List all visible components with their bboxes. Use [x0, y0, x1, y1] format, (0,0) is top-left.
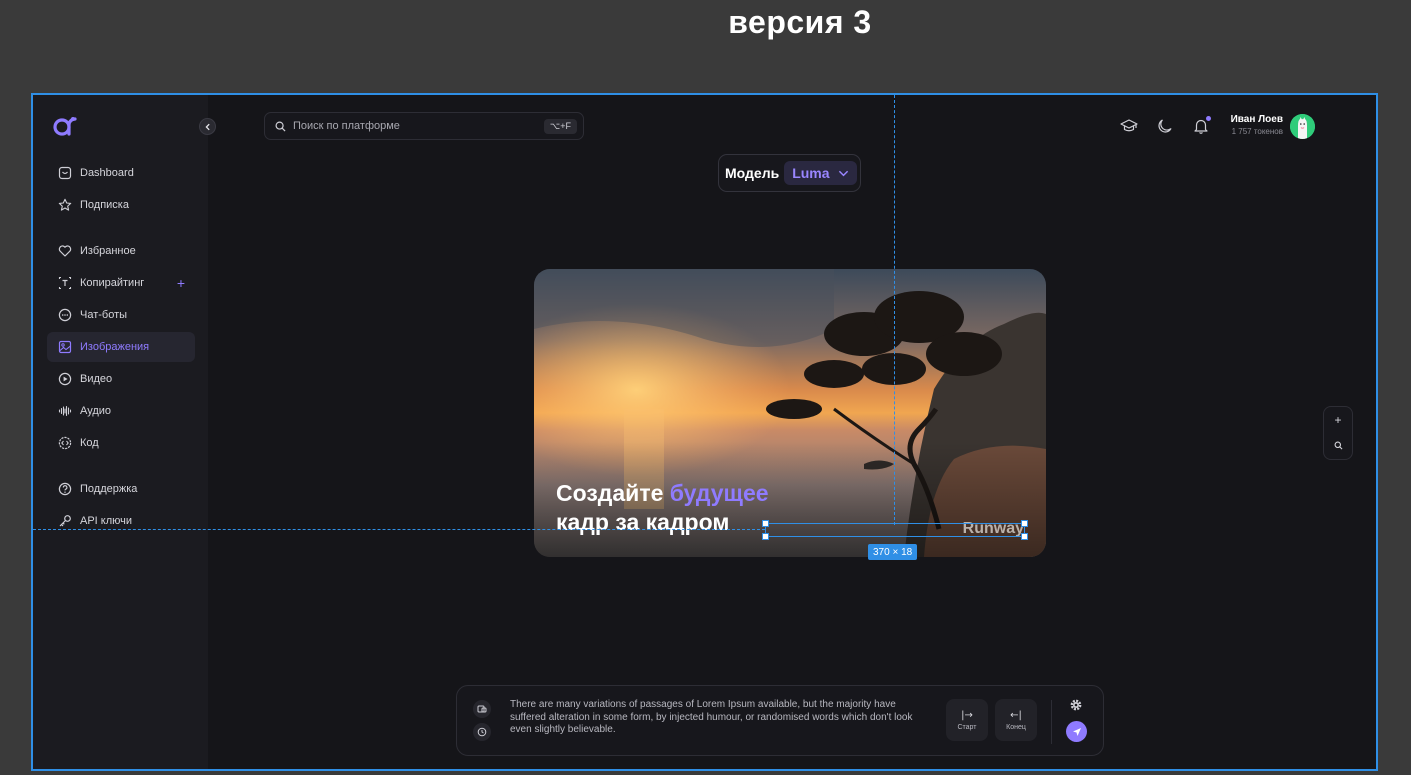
collapse-sidebar-button[interactable] — [199, 118, 216, 135]
start-frame-icon: |→ — [961, 709, 973, 721]
dashboard-icon — [57, 166, 72, 181]
end-frame-label: Конец — [1006, 723, 1026, 731]
moon-icon — [1158, 119, 1172, 133]
heart-icon — [57, 244, 72, 259]
key-icon — [57, 514, 72, 529]
sidebar-item-label: API ключи — [80, 515, 133, 527]
prompt-textarea[interactable]: There are many variations of passages of… — [510, 699, 930, 737]
sidebar-item-label: Избранное — [80, 245, 136, 257]
logo-icon[interactable] — [53, 115, 79, 137]
sidebar-item-label: Dashboard — [80, 167, 134, 179]
prompt-composer: There are many variations of passages of… — [456, 685, 1104, 756]
code-icon — [57, 436, 72, 451]
avatar[interactable] — [1290, 114, 1315, 139]
send-button[interactable] — [1066, 721, 1087, 742]
sidebar-item-label: Изображения — [80, 341, 150, 353]
user-info[interactable]: Иван Лоев 1 757 токенов — [1228, 114, 1283, 136]
sidebar-item-images[interactable]: Изображения — [47, 332, 195, 362]
start-frame-button[interactable]: |→ Старт — [946, 699, 988, 741]
search-input[interactable]: Поиск по платформе ⌥+F — [264, 112, 584, 140]
model-label: Модель — [725, 165, 780, 181]
resize-handle[interactable] — [762, 533, 769, 540]
sidebar-item-chatbots[interactable]: Чат-боты — [47, 300, 195, 330]
sidebar-item-label: Подписка — [80, 199, 129, 211]
graduation-cap-icon — [1120, 119, 1138, 132]
magnifier-icon — [1334, 441, 1342, 450]
attach-image-icon — [477, 705, 487, 713]
text-icon — [57, 276, 72, 291]
zoom-in-button[interactable]: + — [1334, 413, 1341, 427]
chevron-down-icon — [838, 170, 848, 176]
attach-button[interactable] — [473, 700, 491, 718]
user-tokens: 1 757 токенов — [1231, 127, 1283, 136]
hero-title-line2: кадр за кадром — [556, 509, 730, 535]
history-button[interactable] — [473, 723, 491, 741]
chat-icon — [57, 308, 72, 323]
search-icon — [275, 121, 286, 132]
header-actions — [1120, 116, 1211, 135]
resize-handle[interactable] — [762, 520, 769, 527]
version-title: версия 3 — [728, 4, 872, 40]
selection-box[interactable] — [762, 520, 1028, 540]
horizontal-guide-line — [33, 529, 765, 530]
hero-banner: Создайте будущее кадр за кадром Runway — [534, 269, 1046, 557]
resize-handle[interactable] — [1021, 533, 1028, 540]
end-frame-button[interactable]: ←| Конец — [995, 699, 1037, 741]
sidebar-item-label: Чат-боты — [80, 309, 128, 321]
add-copywriting-button[interactable]: + — [177, 275, 185, 291]
waveform-icon — [57, 404, 72, 419]
model-dropdown[interactable]: Luma — [784, 161, 857, 185]
search-shortcut-badge: ⌥+F — [543, 119, 577, 134]
sidebar-item-label: Копирайтинг — [80, 277, 145, 289]
zoom-controls: + — [1323, 406, 1353, 460]
hero-title-accent: будущее — [669, 480, 769, 506]
app-frame: Dashboard Подписка Избранное Копирайтинг — [31, 93, 1378, 771]
resize-handle[interactable] — [1021, 520, 1028, 527]
courses-button[interactable] — [1120, 117, 1138, 135]
image-icon — [57, 340, 72, 355]
sidebar-item-label: Код — [80, 437, 99, 449]
settings-gear-icon[interactable] — [1069, 698, 1083, 712]
notification-dot — [1206, 116, 1211, 121]
sidebar: Dashboard Подписка Избранное Копирайтинг — [33, 95, 208, 769]
sidebar-item-label: Поддержка — [80, 483, 138, 495]
user-name: Иван Лоев — [1230, 114, 1283, 125]
sidebar-nav: Dashboard Подписка Избранное Копирайтинг — [47, 158, 195, 538]
clock-icon — [477, 727, 487, 737]
notifications-button[interactable] — [1192, 116, 1211, 135]
play-icon — [57, 372, 72, 387]
composer-divider — [1051, 700, 1052, 744]
sidebar-item-api-keys[interactable]: API ключи — [47, 506, 195, 536]
sidebar-item-audio[interactable]: Аудио — [47, 396, 195, 426]
model-selector: Модель Luma — [718, 154, 861, 192]
sidebar-item-subscription[interactable]: Подписка — [47, 190, 195, 220]
start-frame-label: Старт — [957, 723, 977, 731]
sidebar-item-dashboard[interactable]: Dashboard — [47, 158, 195, 188]
sidebar-item-code[interactable]: Код — [47, 428, 195, 458]
end-frame-icon: ←| — [1010, 709, 1022, 721]
vertical-guide-line — [894, 95, 895, 525]
llama-avatar-icon — [1290, 114, 1315, 139]
paper-plane-icon — [1072, 727, 1081, 736]
theme-toggle-button[interactable] — [1156, 117, 1174, 135]
sidebar-item-favorites[interactable]: Избранное — [47, 236, 195, 266]
selection-dimensions-badge: 370 × 18 — [868, 544, 918, 560]
model-selected-value: Luma — [792, 165, 830, 181]
chevron-left-icon — [204, 123, 210, 130]
sidebar-item-label: Видео — [80, 373, 113, 385]
sidebar-item-copywriting[interactable]: Копирайтинг + — [47, 268, 195, 298]
sidebar-item-video[interactable]: Видео — [47, 364, 195, 394]
star-icon — [57, 198, 72, 213]
hero-title-plain: Создайте — [556, 480, 670, 506]
sidebar-item-label: Аудио — [80, 405, 112, 417]
zoom-search-button[interactable] — [1334, 439, 1343, 453]
sidebar-item-support[interactable]: Поддержка — [47, 474, 195, 504]
search-placeholder: Поиск по платформе — [293, 120, 400, 132]
help-icon — [57, 482, 72, 497]
